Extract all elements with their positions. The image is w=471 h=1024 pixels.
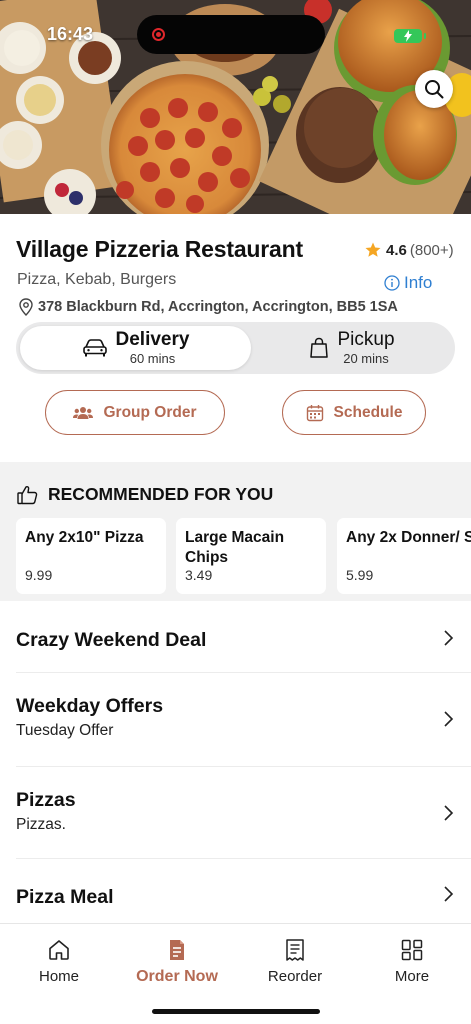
group-order-button[interactable]: Group Order bbox=[45, 390, 225, 435]
car-icon bbox=[82, 339, 107, 357]
category-name: Weekday Offers bbox=[16, 695, 164, 717]
shopping-bag-icon bbox=[310, 337, 329, 358]
nav-more[interactable]: More bbox=[353, 938, 471, 985]
recommended-item-name: Any 2x10" Pizza bbox=[25, 529, 144, 546]
address-text: 378 Blackburn Rd, Accrington, Accrington… bbox=[38, 299, 398, 315]
category-description: Pizzas. bbox=[16, 816, 66, 833]
category-row[interactable]: Pizza Meal bbox=[16, 859, 471, 923]
recommended-card[interactable]: Any 2x10" Pizza 9.99 bbox=[16, 518, 166, 594]
nav-home[interactable]: Home bbox=[0, 938, 118, 985]
restaurant-name: Village Pizzeria Restaurant bbox=[16, 236, 303, 262]
chevron-right-icon bbox=[444, 805, 454, 821]
order-mode-toggle: Delivery 60 mins Pickup 20 mins bbox=[16, 322, 455, 374]
nav-label: Order Now bbox=[136, 968, 218, 985]
category-row[interactable]: Crazy Weekend Deal bbox=[16, 602, 471, 673]
info-link[interactable]: Info bbox=[384, 273, 432, 293]
info-label: Info bbox=[404, 273, 433, 292]
delivery-option[interactable]: Delivery 60 mins bbox=[20, 326, 251, 370]
schedule-button[interactable]: Schedule bbox=[282, 390, 426, 435]
pickup-label: Pickup bbox=[337, 329, 395, 350]
recommended-item-price: 5.99 bbox=[346, 567, 374, 583]
recommended-section: RECOMMENDED FOR YOU Any 2x10" Pizza 9.99… bbox=[0, 462, 471, 601]
category-name: Crazy Weekend Deal bbox=[16, 629, 207, 651]
battery-charging-icon bbox=[394, 29, 426, 43]
group-order-label: Group Order bbox=[103, 403, 197, 421]
dynamic-island bbox=[137, 15, 325, 54]
category-name: Pizza Meal bbox=[16, 886, 114, 908]
calendar-icon bbox=[306, 404, 323, 421]
status-time: 16:43 bbox=[47, 24, 94, 44]
chevron-right-icon bbox=[444, 886, 454, 902]
nav-label: Home bbox=[38, 968, 79, 985]
star-icon bbox=[365, 242, 381, 257]
chevron-right-icon bbox=[444, 711, 454, 727]
home-icon bbox=[49, 940, 69, 960]
home-indicator bbox=[152, 1009, 320, 1014]
receipt-icon bbox=[286, 939, 304, 961]
recommended-title: RECOMMENDED FOR YOU bbox=[48, 484, 274, 504]
category-name: Pizzas bbox=[16, 789, 76, 811]
nav-reorder[interactable]: Reorder bbox=[236, 938, 354, 985]
delivery-time: 60 mins bbox=[129, 351, 176, 366]
pickup-option[interactable]: Pickup 20 mins bbox=[254, 326, 450, 370]
recommended-item-price: 3.49 bbox=[185, 567, 213, 583]
chevron-right-icon bbox=[444, 630, 454, 646]
schedule-label: Schedule bbox=[333, 403, 403, 421]
category-row[interactable]: Pizzas Pizzas. bbox=[16, 767, 471, 859]
recommended-card[interactable]: Any 2x Donner/ Shawarma 5.99 bbox=[337, 518, 471, 594]
thumbs-up-icon bbox=[17, 485, 38, 504]
nav-order-now[interactable]: Order Now bbox=[118, 938, 236, 986]
order-icon bbox=[170, 940, 184, 960]
nav-label: More bbox=[394, 968, 430, 985]
search-icon bbox=[425, 80, 444, 99]
search-button[interactable] bbox=[415, 70, 453, 108]
recommended-header: RECOMMENDED FOR YOU bbox=[17, 484, 273, 505]
pickup-time: 20 mins bbox=[343, 351, 389, 366]
category-row[interactable]: Weekday Offers Tuesday Offer bbox=[16, 673, 471, 767]
grid-icon bbox=[401, 939, 423, 961]
recording-indicator-icon bbox=[152, 28, 165, 41]
location-pin-icon bbox=[19, 298, 33, 316]
rating-count: (800+) bbox=[409, 241, 454, 259]
recommended-item-name: Large Macain Chips bbox=[185, 529, 285, 566]
nav-label: Reorder bbox=[267, 968, 323, 985]
recommended-item-name: Any 2x Donner/ Shawarma bbox=[346, 529, 471, 546]
hero-banner: 16:43 bbox=[0, 0, 471, 214]
recommended-item-price: 9.99 bbox=[25, 567, 53, 583]
group-icon bbox=[73, 406, 94, 419]
restaurant-address: 378 Blackburn Rd, Accrington, Accrington… bbox=[18, 298, 398, 316]
rating-score: 4.6 bbox=[386, 241, 407, 259]
cuisine-list: Pizza, Kebab, Burgers bbox=[17, 271, 177, 288]
recommended-card[interactable]: Large Macain Chips 3.49 bbox=[176, 518, 326, 594]
restaurant-rating: 4.6 (800+) bbox=[364, 241, 454, 259]
category-description: Tuesday Offer bbox=[16, 722, 114, 739]
info-icon bbox=[384, 275, 400, 291]
delivery-label: Delivery bbox=[115, 329, 190, 350]
